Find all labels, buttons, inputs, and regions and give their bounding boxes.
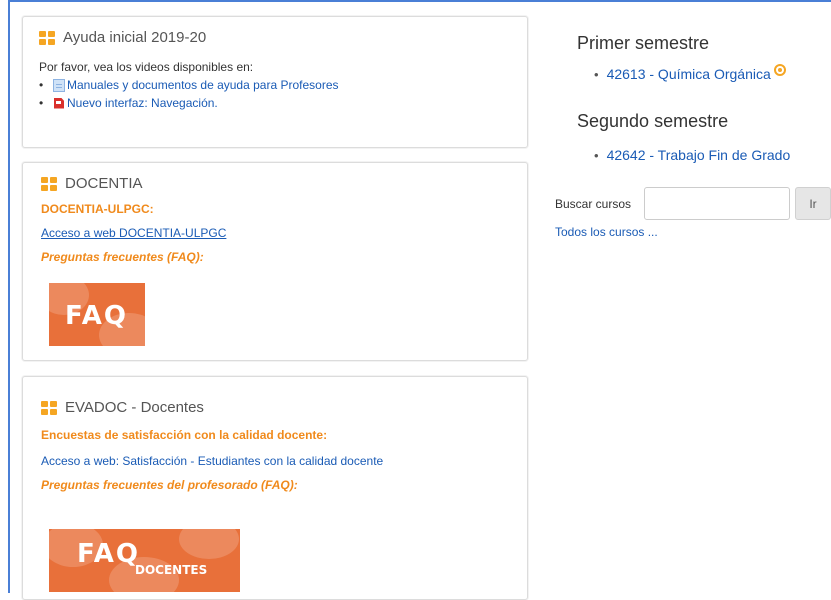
faq-text: FAQ	[65, 301, 129, 331]
all-courses-link[interactable]: Todos los cursos ...	[555, 225, 658, 239]
ayuda-intro: Por favor, vea los videos disponibles en…	[39, 60, 254, 74]
course-link-quimica[interactable]: 42613 - Química Orgánica	[607, 66, 771, 82]
faq-text: FAQ	[77, 539, 141, 569]
list-item: • Nuevo interfaz: Navegación.	[39, 94, 511, 112]
course-item: • 42642 - Trabajo Fin de Grado	[594, 147, 790, 163]
document-icon	[53, 78, 65, 92]
block-grid-icon	[41, 176, 57, 191]
evadoc-faq-image[interactable]: FAQ DOCENTES	[49, 529, 240, 592]
course-item: • 42613 - Química Orgánica	[594, 64, 786, 82]
docentia-faq-heading: Preguntas frecuentes (FAQ):	[41, 250, 204, 264]
docentia-block-title: DOCENTIA	[41, 175, 509, 192]
bullet: •	[39, 96, 44, 110]
evadoc-block: EVADOC - Docentes Encuestas de satisfacc…	[22, 376, 528, 600]
docentes-text: DOCENTES	[135, 563, 208, 577]
bubble-shape	[179, 529, 239, 559]
docentia-title-text: DOCENTIA	[65, 175, 143, 192]
evadoc-subtitle: Encuestas de satisfacción con la calidad…	[41, 428, 328, 442]
ayuda-link-list: • Manuales y documentos de ayuda para Pr…	[39, 76, 511, 112]
ayuda-block: Ayuda inicial 2019-20 Por favor, vea los…	[22, 16, 528, 148]
docentia-subtitle: DOCENTIA-ULPGC:	[41, 202, 154, 216]
docentia-link-row: Acceso a web DOCENTIA-ULPGC	[41, 226, 509, 240]
block-grid-icon	[41, 400, 57, 415]
docentia-faq-image[interactable]: FAQ	[49, 283, 145, 346]
ayuda-title-text: Ayuda inicial 2019-20	[63, 29, 207, 46]
evadoc-title-text: EVADOC - Docentes	[65, 399, 204, 416]
manuales-link[interactable]: Manuales y documentos de ayuda para Prof…	[67, 78, 339, 92]
evadoc-link-row: Acceso a web: Satisfacción - Estudiantes…	[41, 454, 509, 468]
docentia-block: DOCENTIA DOCENTIA-ULPGC: Acceso a web DO…	[22, 162, 528, 361]
evadoc-block-title: EVADOC - Docentes	[41, 399, 509, 416]
second-semester-heading: Segundo semestre	[577, 111, 729, 131]
block-grid-icon	[39, 30, 55, 45]
course-link-tfg[interactable]: 42642 - Trabajo Fin de Grado	[607, 147, 791, 163]
target-icon	[773, 64, 786, 76]
bullet: •	[594, 147, 599, 163]
evadoc-faq-heading: Preguntas frecuentes del profesorado (FA…	[41, 478, 298, 492]
satisfaccion-web-link[interactable]: Acceso a web: Satisfacción - Estudiantes…	[41, 454, 383, 468]
search-go-button[interactable]: Ir	[795, 187, 831, 220]
search-courses-input[interactable]	[644, 187, 790, 220]
bullet: •	[594, 66, 599, 82]
search-label: Buscar cursos	[555, 197, 632, 211]
bullet: •	[39, 78, 44, 92]
docentia-web-link[interactable]: Acceso a web DOCENTIA-ULPGC	[41, 226, 226, 240]
list-item: • Manuales y documentos de ayuda para Pr…	[39, 76, 511, 94]
ayuda-block-title: Ayuda inicial 2019-20	[39, 29, 511, 46]
pdf-icon	[53, 96, 65, 110]
nuevo-interfaz-link[interactable]: Nuevo interfaz: Navegación.	[67, 96, 218, 110]
first-semester-heading: Primer semestre	[577, 33, 710, 53]
